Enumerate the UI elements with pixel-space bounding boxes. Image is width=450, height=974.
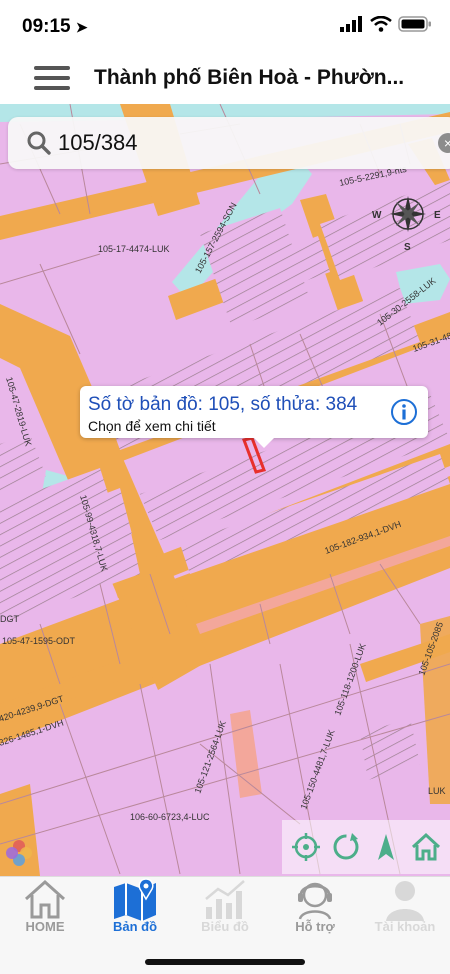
chart-icon	[205, 880, 245, 919]
app-screen: 09:15 ➤ Thành phố Biên Hoà - Phườn... 10…	[0, 0, 450, 974]
menu-button[interactable]	[34, 66, 70, 92]
callout-subtitle: Chọn để xem chi tiết	[88, 418, 216, 434]
map-label: 105-47-1595-ODT	[2, 636, 76, 646]
map-label: LUK	[428, 786, 446, 796]
home-indicator	[145, 959, 305, 965]
callout-title: Số tờ bản đồ: 105, số thửa: 384	[88, 394, 358, 415]
location-arrow-icon: ➤	[75, 19, 88, 35]
locate-icon[interactable]	[290, 831, 322, 863]
parcel-callout[interactable]: Số tờ bản đồ: 105, số thửa: 384 Chọn để …	[80, 386, 428, 448]
home-icon	[24, 879, 66, 919]
map-label: DGT	[0, 614, 20, 624]
battery-icon	[398, 16, 431, 32]
search-input[interactable]	[58, 125, 418, 161]
tab-chart[interactable]: Biểu đồ	[180, 877, 270, 941]
signal-icon	[340, 16, 362, 32]
tab-label: Biểu đồ	[201, 919, 249, 934]
compass-w: W	[372, 210, 382, 221]
account-icon	[386, 881, 424, 921]
tab-map[interactable]: Bản đồ	[90, 877, 180, 941]
tab-account[interactable]: Tài khoản	[360, 877, 450, 941]
clear-search-button[interactable]: ×	[438, 133, 450, 153]
status-icons	[340, 16, 432, 32]
map-tools	[282, 820, 450, 874]
tab-home[interactable]: HOME	[0, 877, 90, 941]
search-bar: ×	[8, 117, 450, 169]
home-map-icon[interactable]	[410, 831, 442, 863]
tab-label: HOME	[25, 919, 65, 934]
status-bar: 09:15 ➤	[0, 0, 450, 52]
tab-label: Hỗ trợ	[295, 919, 335, 934]
tab-support[interactable]: Hỗ trợ	[270, 877, 360, 941]
status-time: 09:15 ➤	[22, 16, 88, 37]
refresh-icon[interactable]	[330, 831, 362, 863]
compass-icon: W E S	[372, 196, 441, 253]
page-title: Thành phố Biên Hoà - Phườn...	[94, 66, 405, 89]
north-arrow-icon[interactable]	[370, 831, 402, 863]
tab-label: Tài khoản	[374, 919, 436, 934]
support-icon	[298, 882, 332, 920]
app-logo-icon	[6, 840, 32, 866]
map-label: 105-17-4474-LUK	[98, 244, 170, 254]
map-icon	[114, 878, 156, 921]
menu-icon	[34, 66, 70, 70]
nav-bar: Thành phố Biên Hoà - Phườn...	[0, 52, 450, 104]
wifi-icon	[370, 16, 392, 32]
tab-label: Bản đồ	[112, 919, 158, 934]
search-icon	[27, 131, 51, 155]
compass-s: S	[404, 242, 411, 253]
map-label: 106-60-6723,4-LUC	[130, 812, 210, 822]
info-icon[interactable]	[390, 398, 418, 426]
compass-e: E	[434, 210, 441, 221]
